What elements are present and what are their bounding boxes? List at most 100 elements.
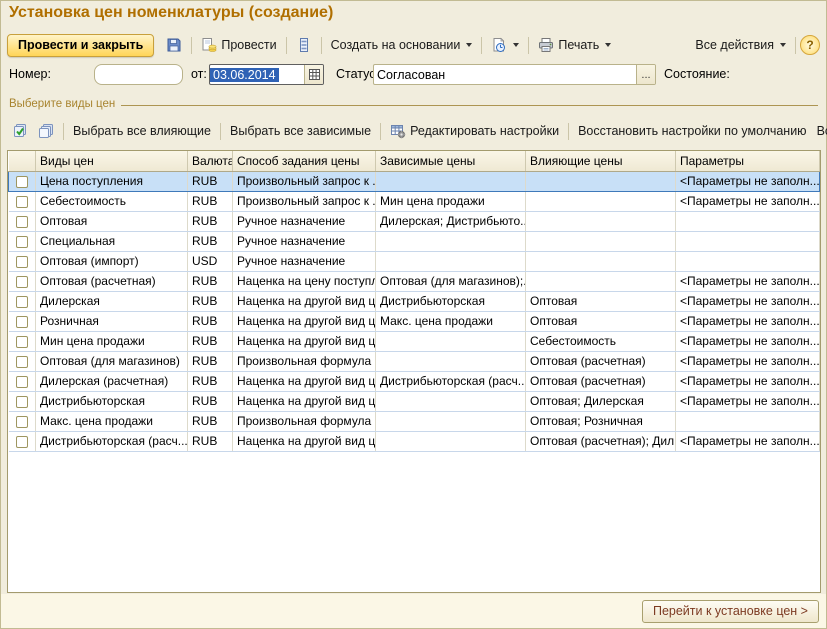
column-header-influencing[interactable]: Влияющие цены bbox=[526, 151, 676, 171]
cell-currency[interactable]: RUB bbox=[188, 191, 233, 211]
calendar-picker-button[interactable] bbox=[304, 65, 323, 84]
cell-currency[interactable]: RUB bbox=[188, 431, 233, 451]
cell-params[interactable]: <Параметры не заполн... bbox=[676, 431, 820, 451]
cell-dependent[interactable]: Дилерская; Дистрибьюто... bbox=[376, 211, 526, 231]
create-based-on-button[interactable]: Создать на основании bbox=[326, 35, 478, 55]
cell-params[interactable] bbox=[676, 251, 820, 271]
cell-influencing[interactable]: Оптовая bbox=[526, 291, 676, 311]
table-row[interactable]: Дилерская RUB Наценка на другой вид цен … bbox=[9, 291, 820, 311]
cell-influencing[interactable]: Оптовая; Розничная bbox=[526, 411, 676, 431]
table-row[interactable]: Дистрибьюторская (расч... RUB Наценка на… bbox=[9, 431, 820, 451]
select-all-dependent-button[interactable]: Выбрать все зависимые bbox=[225, 121, 376, 141]
help-button[interactable]: ? bbox=[800, 35, 820, 55]
cell-params[interactable]: <Параметры не заполн... bbox=[676, 351, 820, 371]
cell-params[interactable] bbox=[676, 411, 820, 431]
row-checkbox[interactable] bbox=[16, 236, 28, 248]
uncheck-all-button[interactable] bbox=[33, 120, 59, 142]
row-checkbox[interactable] bbox=[16, 436, 28, 448]
column-header-currency[interactable]: Валюта bbox=[188, 151, 233, 171]
cell-influencing[interactable] bbox=[526, 251, 676, 271]
create-document-button[interactable] bbox=[486, 34, 524, 56]
cell-price-kind[interactable]: Оптовая (расчетная) bbox=[36, 271, 188, 291]
cell-method[interactable]: Ручное назначение bbox=[233, 251, 376, 271]
cell-currency[interactable]: RUB bbox=[188, 411, 233, 431]
row-checkbox[interactable] bbox=[16, 176, 28, 188]
cell-price-kind[interactable]: Розничная bbox=[36, 311, 188, 331]
cell-currency[interactable]: RUB bbox=[188, 331, 233, 351]
cell-method[interactable]: Ручное назначение bbox=[233, 211, 376, 231]
cell-dependent[interactable]: Макс. цена продажи bbox=[376, 311, 526, 331]
row-checkbox[interactable] bbox=[16, 356, 28, 368]
table-row[interactable]: Розничная RUB Наценка на другой вид цен … bbox=[9, 311, 820, 331]
cell-currency[interactable]: RUB bbox=[188, 231, 233, 251]
print-button[interactable]: Печать bbox=[533, 34, 616, 56]
cell-influencing[interactable]: Оптовая; Дилерская bbox=[526, 391, 676, 411]
row-checkbox[interactable] bbox=[16, 216, 28, 228]
cell-price-kind[interactable]: Цена поступления bbox=[36, 171, 188, 191]
row-checkbox-cell[interactable] bbox=[9, 191, 36, 211]
cell-dependent[interactable] bbox=[376, 351, 526, 371]
table-row[interactable]: Дилерская (расчетная) RUB Наценка на дру… bbox=[9, 371, 820, 391]
cell-price-kind[interactable]: Специальная bbox=[36, 231, 188, 251]
table-row[interactable]: Мин цена продажи RUB Наценка на другой в… bbox=[9, 331, 820, 351]
row-checkbox[interactable] bbox=[16, 296, 28, 308]
column-header-method[interactable]: Способ задания цены bbox=[233, 151, 376, 171]
cell-price-kind[interactable]: Дилерская (расчетная) bbox=[36, 371, 188, 391]
cell-dependent[interactable]: Мин цена продажи bbox=[376, 191, 526, 211]
cell-method[interactable]: Наценка на другой вид цен bbox=[233, 291, 376, 311]
cell-currency[interactable]: RUB bbox=[188, 211, 233, 231]
cell-price-kind[interactable]: Мин цена продажи bbox=[36, 331, 188, 351]
row-checkbox-cell[interactable] bbox=[9, 271, 36, 291]
row-checkbox-cell[interactable] bbox=[9, 311, 36, 331]
cell-method[interactable]: Произвольная формула о... bbox=[233, 411, 376, 431]
cell-params[interactable] bbox=[676, 211, 820, 231]
restore-default-settings-button[interactable]: Восстановить настройки по умолчанию bbox=[573, 121, 811, 141]
table-row[interactable]: Цена поступления RUB Произвольный запрос… bbox=[9, 171, 820, 191]
table-row[interactable]: Специальная RUB Ручное назначение bbox=[9, 231, 820, 251]
row-checkbox-cell[interactable] bbox=[9, 431, 36, 451]
cell-currency[interactable]: RUB bbox=[188, 171, 233, 191]
cell-dependent[interactable] bbox=[376, 431, 526, 451]
cell-price-kind[interactable]: Макс. цена продажи bbox=[36, 411, 188, 431]
cell-currency[interactable]: RUB bbox=[188, 391, 233, 411]
cell-params[interactable]: <Параметры не заполн... bbox=[676, 171, 820, 191]
row-checkbox[interactable] bbox=[16, 196, 28, 208]
cell-price-kind[interactable]: Оптовая (для магазинов) bbox=[36, 351, 188, 371]
cell-method[interactable]: Наценка на другой вид цен bbox=[233, 391, 376, 411]
row-checkbox-cell[interactable] bbox=[9, 391, 36, 411]
date-input[interactable]: 03.06.2014 bbox=[209, 64, 324, 85]
cell-params[interactable]: <Параметры не заполн... bbox=[676, 371, 820, 391]
cell-method[interactable]: Произвольный запрос к ... bbox=[233, 191, 376, 211]
goto-price-setting-button[interactable]: Перейти к установке цен > bbox=[642, 600, 819, 623]
cell-dependent[interactable] bbox=[376, 171, 526, 191]
document-movements-button[interactable] bbox=[291, 34, 317, 56]
cell-method[interactable]: Наценка на другой вид цен bbox=[233, 371, 376, 391]
check-all-button[interactable] bbox=[7, 120, 33, 142]
table-row[interactable]: Макс. цена продажи RUB Произвольная форм… bbox=[9, 411, 820, 431]
cell-dependent[interactable] bbox=[376, 251, 526, 271]
row-checkbox-cell[interactable] bbox=[9, 411, 36, 431]
cell-dependent[interactable] bbox=[376, 331, 526, 351]
table-row[interactable]: Себестоимость RUB Произвольный запрос к … bbox=[9, 191, 820, 211]
table-row[interactable]: Оптовая RUB Ручное назначение Дилерская;… bbox=[9, 211, 820, 231]
cell-params[interactable]: <Параметры не заполн... bbox=[676, 271, 820, 291]
select-all-influencing-button[interactable]: Выбрать все влияющие bbox=[68, 121, 216, 141]
row-checkbox-cell[interactable] bbox=[9, 291, 36, 311]
row-checkbox-cell[interactable] bbox=[9, 211, 36, 231]
cell-price-kind[interactable]: Дилерская bbox=[36, 291, 188, 311]
edit-settings-button[interactable]: Редактировать настройки bbox=[385, 120, 564, 142]
cell-method[interactable]: Наценка на другой вид цен bbox=[233, 331, 376, 351]
cell-method[interactable]: Наценка на другой вид цен bbox=[233, 311, 376, 331]
cell-influencing[interactable]: Себестоимость bbox=[526, 331, 676, 351]
row-checkbox[interactable] bbox=[16, 336, 28, 348]
cell-method[interactable]: Наценка на цену поступл... bbox=[233, 271, 376, 291]
status-choose-button[interactable]: ... bbox=[636, 65, 655, 84]
cell-currency[interactable]: RUB bbox=[188, 351, 233, 371]
cell-influencing[interactable]: Оптовая (расчетная) bbox=[526, 351, 676, 371]
cell-currency[interactable]: RUB bbox=[188, 311, 233, 331]
cell-influencing[interactable] bbox=[526, 231, 676, 251]
table-all-actions-button[interactable]: Все действия bbox=[812, 121, 827, 141]
number-input[interactable] bbox=[94, 64, 183, 85]
cell-influencing[interactable]: Оптовая bbox=[526, 311, 676, 331]
row-checkbox[interactable] bbox=[16, 376, 28, 388]
